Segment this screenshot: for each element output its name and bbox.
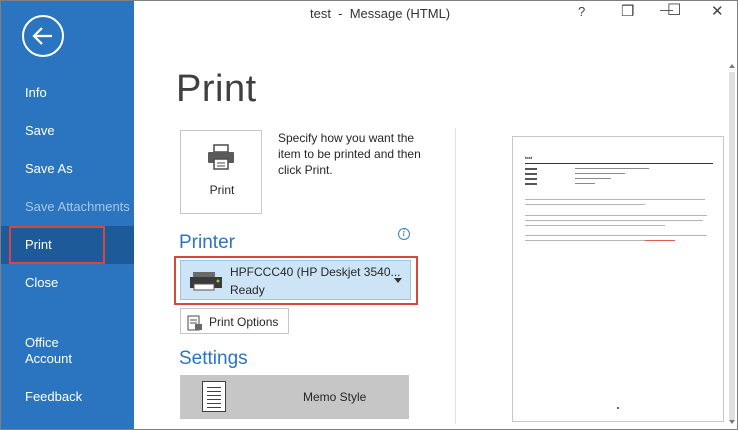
print-preview-page: test <box>512 136 724 422</box>
printer-highlight-box <box>174 256 418 305</box>
printer-heading: Printer <box>179 232 235 253</box>
preview-page-marker <box>617 407 619 409</box>
preview-field-label <box>525 168 537 170</box>
title-bar: test - Message (HTML) ? ❒ — ☐ ✕ <box>134 0 737 28</box>
preview-field-value <box>575 178 611 179</box>
preview-field-label <box>525 183 537 185</box>
preview-field-label <box>525 173 537 175</box>
print-backstage: Print Print Specify how you want the ite… <box>134 28 737 429</box>
preview-body-line <box>525 215 707 216</box>
preview-body-line <box>525 225 665 226</box>
preview-link-line <box>645 240 675 241</box>
page-setup-icon <box>187 315 202 331</box>
nav-office-account-line1: Office <box>25 335 59 350</box>
backstage-sidebar: Info Save Save As Save Attachments Print… <box>1 1 134 429</box>
nav-feedback[interactable]: Feedback <box>1 378 134 416</box>
back-button[interactable] <box>22 15 64 57</box>
preview-field-value <box>575 173 625 174</box>
nav-save[interactable]: Save <box>1 112 134 150</box>
back-arrow-icon <box>32 27 52 45</box>
preview-body-line <box>525 220 703 221</box>
memo-style-label: Memo Style <box>303 390 367 404</box>
page-title: Print <box>176 68 257 110</box>
panel-divider <box>455 128 456 424</box>
printer-icon <box>208 144 234 170</box>
nav-save-attachments[interactable]: Save Attachments <box>1 188 134 226</box>
memo-document-icon <box>202 381 226 412</box>
print-description: Specify how you want the item to be prin… <box>278 131 421 177</box>
print-button[interactable]: Print <box>180 130 262 214</box>
maximize-button[interactable]: ☐ <box>667 0 681 20</box>
window-title: test - Message (HTML) <box>310 6 451 21</box>
nav-save-as[interactable]: Save As <box>1 150 134 188</box>
preview-body-line <box>525 240 645 241</box>
nav-info[interactable]: Info <box>1 74 134 112</box>
nav-office-account-line2: Account <box>25 351 72 366</box>
vertical-scrollbar[interactable] <box>727 62 737 429</box>
close-window-button[interactable]: ✕ <box>711 2 724 20</box>
memo-style-dropdown[interactable]: Memo Style <box>180 375 409 419</box>
print-button-label: Print <box>209 183 235 197</box>
preview-field-value <box>575 183 595 184</box>
preview-body-line <box>525 199 705 200</box>
print-nav-highlight-box <box>9 226 105 264</box>
preview-field-value <box>575 168 649 169</box>
preview-from-name: test <box>525 155 533 160</box>
print-options-label: Print Options <box>209 315 279 329</box>
settings-heading: Settings <box>179 348 248 369</box>
print-options-button[interactable]: Print Options <box>180 308 289 334</box>
help-button[interactable]: ? <box>578 4 585 19</box>
scroll-up-icon[interactable] <box>729 64 735 68</box>
nav-close[interactable]: Close <box>1 264 134 302</box>
preview-body-line <box>525 204 645 205</box>
preview-header-rule <box>525 163 713 164</box>
nav-office-account[interactable]: Office Account <box>1 331 134 373</box>
scroll-down-icon[interactable] <box>729 420 735 424</box>
info-icon[interactable]: i <box>398 228 410 240</box>
ribbon-display-button[interactable]: ❒ <box>621 2 634 20</box>
scrollbar-thumb[interactable] <box>729 72 735 420</box>
preview-body-line <box>525 235 707 236</box>
preview-field-label <box>525 178 537 180</box>
